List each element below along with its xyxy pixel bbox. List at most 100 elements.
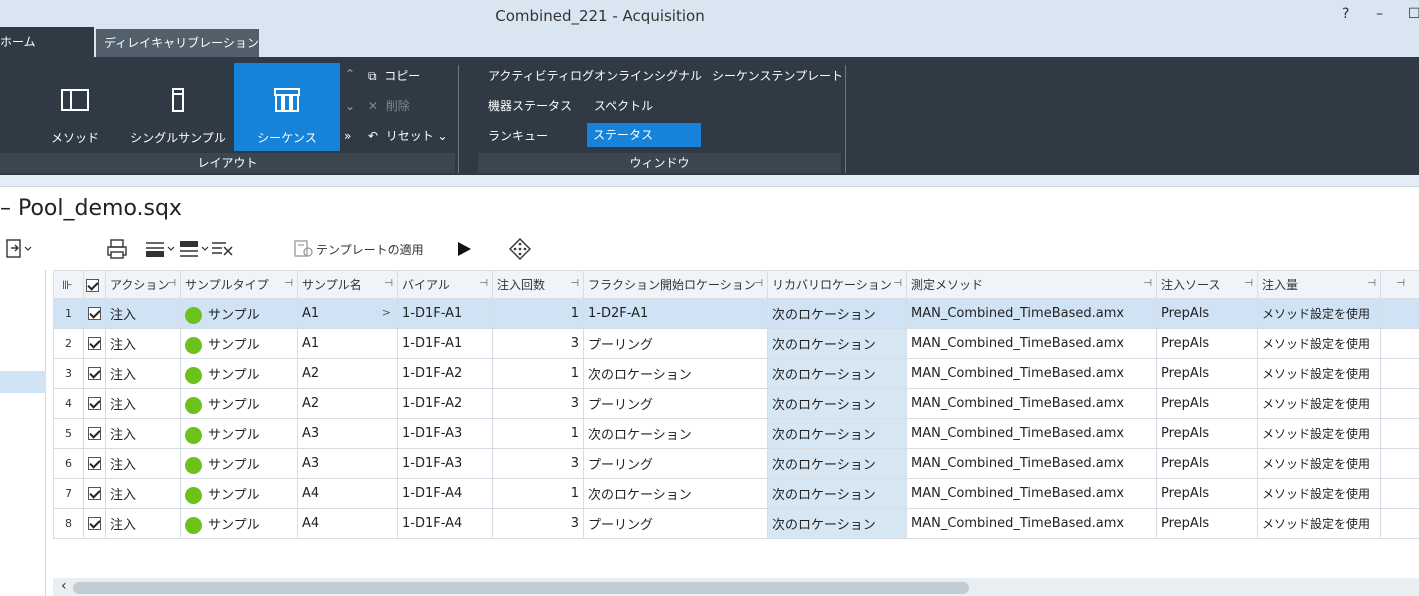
row-checkbox[interactable]: [83, 508, 106, 539]
column-chooser-icon[interactable]: ⊪: [53, 270, 84, 299]
method-cell[interactable]: MAN_Combined_TimeBased.amx: [906, 508, 1157, 539]
vial-cell[interactable]: 1-D1F-A1: [397, 298, 493, 329]
delete-row-button[interactable]: [210, 235, 236, 263]
recovery-location-cell[interactable]: 次のロケーション: [767, 478, 907, 509]
run-button[interactable]: [455, 235, 473, 263]
table-row[interactable]: 4 注入 サンプル A2 1-D1F-A2 3 プーリング 次のロケーション MAN_Combi…: [53, 388, 1419, 419]
recovery-location-cell[interactable]: 次のロケーション: [767, 448, 907, 479]
injection-volume-cell[interactable]: メソッド設定を使用: [1257, 358, 1381, 389]
injection-source-cell[interactable]: PrepAls: [1156, 388, 1258, 419]
action-cell[interactable]: 注入: [105, 418, 181, 449]
table-row[interactable]: 6 注入 サンプル A3 1-D1F-A3 3 プーリング 次のロケーション MAN_Combi…: [53, 448, 1419, 479]
col-injection-volume[interactable]: 注入量 ⊣: [1257, 270, 1381, 299]
run-queue-button[interactable]: ランキュー: [486, 125, 548, 147]
col-recovery-location[interactable]: リカバリロケーション ⊣: [767, 270, 907, 299]
injection-count-cell[interactable]: 3: [492, 508, 584, 539]
sample-type-cell[interactable]: サンプル: [180, 298, 298, 329]
vial-cell[interactable]: 1-D1F-A3: [397, 418, 493, 449]
import-button[interactable]: [4, 235, 34, 263]
injection-volume-cell[interactable]: メソッド設定を使用: [1257, 508, 1381, 539]
sample-type-cell[interactable]: サンプル: [180, 478, 298, 509]
injection-count-cell[interactable]: 3: [492, 448, 584, 479]
help-button[interactable]: ?: [1342, 6, 1349, 22]
table-row[interactable]: 5 注入 サンプル A3 1-D1F-A3 1 次のロケーション 次のロケーション MAN_Co…: [53, 418, 1419, 449]
sample-name-cell[interactable]: A4: [297, 508, 398, 539]
left-panel-selection[interactable]: [0, 371, 46, 393]
instrument-status-button[interactable]: 機器ステータス: [486, 95, 572, 117]
recovery-location-cell[interactable]: 次のロケーション: [767, 298, 907, 329]
table-row[interactable]: 2 注入 サンプル A1 1-D1F-A1 3 プーリング 次のロケーション MAN_Combi…: [53, 328, 1419, 359]
sample-name-cell[interactable]: A3: [297, 448, 398, 479]
method-button[interactable]: メソッド: [30, 63, 120, 151]
tab-delay-calibration[interactable]: ディレイキャリブレーション: [96, 29, 259, 57]
col-method[interactable]: 測定メソッド ⊣: [906, 270, 1157, 299]
recovery-location-cell[interactable]: 次のロケーション: [767, 418, 907, 449]
fraction-start-cell[interactable]: プーリング: [583, 508, 768, 539]
recovery-location-cell[interactable]: 次のロケーション: [767, 508, 907, 539]
copy-button[interactable]: ⧉ コピー: [368, 65, 420, 87]
fraction-start-cell[interactable]: プーリング: [583, 328, 768, 359]
sample-type-cell[interactable]: サンプル: [180, 418, 298, 449]
row-checkbox[interactable]: [83, 328, 106, 359]
table-row[interactable]: 7 注入 サンプル A4 1-D1F-A4 1 次のロケーション 次のロケーション MAN_Co…: [53, 478, 1419, 509]
fraction-start-cell[interactable]: 次のロケーション: [583, 358, 768, 389]
sample-name-cell[interactable]: A1: [297, 328, 398, 359]
recovery-location-cell[interactable]: 次のロケーション: [767, 388, 907, 419]
injection-source-cell[interactable]: PrepAls: [1156, 328, 1258, 359]
delete-button[interactable]: ✕ 削除: [368, 95, 410, 117]
row-checkbox[interactable]: [83, 388, 106, 419]
sample-name-cell[interactable]: A3: [297, 418, 398, 449]
single-sample-button[interactable]: シングルサンプル: [122, 63, 234, 151]
fraction-start-cell[interactable]: 次のロケーション: [583, 418, 768, 449]
sample-name-cell[interactable]: A1 >: [297, 298, 398, 329]
col-vial[interactable]: バイアル ⊣: [397, 270, 493, 299]
spectrum-button[interactable]: スペクトル: [592, 95, 653, 117]
expand-icon[interactable]: »: [344, 125, 351, 147]
vial-cell[interactable]: 1-D1F-A2: [397, 388, 493, 419]
injection-volume-cell[interactable]: メソッド設定を使用: [1257, 418, 1381, 449]
print-button[interactable]: [106, 235, 128, 263]
reset-button[interactable]: ↶ リセット ⌄: [368, 125, 448, 147]
row-checkbox[interactable]: [83, 478, 106, 509]
sample-type-cell[interactable]: サンプル: [180, 388, 298, 419]
online-signal-button[interactable]: オンラインシグナル: [592, 65, 702, 87]
injection-count-cell[interactable]: 3: [492, 388, 584, 419]
injection-source-cell[interactable]: PrepAls: [1156, 448, 1258, 479]
col-injection-count[interactable]: 注入回数 ⊣: [492, 270, 584, 299]
sample-type-cell[interactable]: サンプル: [180, 358, 298, 389]
table-row[interactable]: 3 注入 サンプル A2 1-D1F-A2 1 次のロケーション 次のロケーション MAN_Co…: [53, 358, 1419, 389]
row-checkbox[interactable]: [83, 448, 106, 479]
action-cell[interactable]: 注入: [105, 508, 181, 539]
status-button[interactable]: ステータス: [587, 123, 701, 147]
scrollbar-thumb[interactable]: [73, 582, 969, 594]
apply-template-button[interactable]: テンプレートの適用: [292, 235, 424, 263]
vial-cell[interactable]: 1-D1F-A3: [397, 448, 493, 479]
action-cell[interactable]: 注入: [105, 388, 181, 419]
action-cell[interactable]: 注入: [105, 478, 181, 509]
sample-type-cell[interactable]: サンプル: [180, 448, 298, 479]
col-action[interactable]: アクション ⊣: [105, 270, 181, 299]
sample-name-cell[interactable]: A2: [297, 358, 398, 389]
method-cell[interactable]: MAN_Combined_TimeBased.amx: [906, 388, 1157, 419]
injection-count-cell[interactable]: 3: [492, 328, 584, 359]
injection-source-cell[interactable]: PrepAls: [1156, 508, 1258, 539]
row-checkbox[interactable]: [83, 418, 106, 449]
injection-count-cell[interactable]: 1: [492, 418, 584, 449]
injection-volume-cell[interactable]: メソッド設定を使用: [1257, 298, 1381, 329]
fraction-start-cell[interactable]: 1-D2F-A1: [583, 298, 768, 329]
col-injection-source[interactable]: 注入ソース ⊣: [1156, 270, 1258, 299]
injection-count-cell[interactable]: 1: [492, 298, 584, 329]
action-cell[interactable]: 注入: [105, 358, 181, 389]
method-cell[interactable]: MAN_Combined_TimeBased.amx: [906, 418, 1157, 449]
select-all-checkbox[interactable]: [83, 270, 106, 299]
method-cell[interactable]: MAN_Combined_TimeBased.amx: [906, 298, 1157, 329]
method-cell[interactable]: MAN_Combined_TimeBased.amx: [906, 448, 1157, 479]
sequence-button[interactable]: シーケンス: [234, 63, 340, 151]
action-cell[interactable]: 注入: [105, 448, 181, 479]
fraction-start-cell[interactable]: 次のロケーション: [583, 478, 768, 509]
method-cell[interactable]: MAN_Combined_TimeBased.amx: [906, 358, 1157, 389]
append-row-button[interactable]: [178, 235, 212, 263]
fraction-start-cell[interactable]: プーリング: [583, 448, 768, 479]
injection-source-cell[interactable]: PrepAls: [1156, 358, 1258, 389]
injection-source-cell[interactable]: PrepAls: [1156, 418, 1258, 449]
